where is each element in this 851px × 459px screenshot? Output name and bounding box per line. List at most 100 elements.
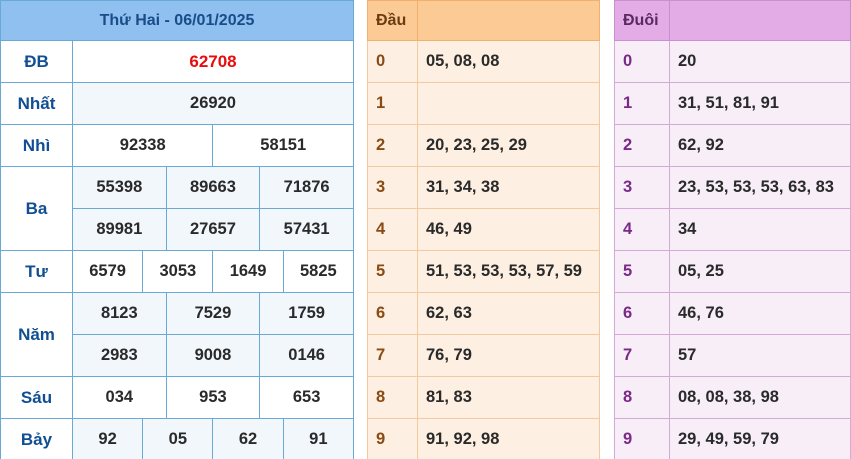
dau-row: 9 91, 92, 98 — [367, 418, 600, 459]
dau-header: Đầu — [367, 0, 418, 41]
duoi-key: 7 — [614, 334, 670, 377]
prize-bay-value: 92 — [71, 418, 144, 459]
dau-key: 3 — [367, 166, 418, 209]
prize-ba-value: 27657 — [165, 208, 261, 251]
dau-values: 62, 63 — [417, 292, 600, 335]
dau-key: 7 — [367, 334, 418, 377]
dau-values — [417, 82, 600, 125]
prize-tu-value: 6579 — [71, 250, 144, 293]
dau-key: 1 — [367, 82, 418, 125]
dau-values: 46, 49 — [417, 208, 600, 251]
prize-nam-value: 0146 — [259, 334, 354, 377]
prize-label-bay: Bảy — [0, 418, 73, 459]
prize-nhi-value: 58151 — [212, 124, 354, 167]
duoi-row: 5 05, 25 — [614, 250, 851, 293]
dau-key: 5 — [367, 250, 418, 293]
dau-row: 8 81, 83 — [367, 376, 600, 419]
duoi-key: 6 — [614, 292, 670, 335]
duoi-key: 8 — [614, 376, 670, 419]
dau-values: 91, 92, 98 — [417, 418, 600, 459]
duoi-row: 2 62, 92 — [614, 124, 851, 167]
dau-table: Đầu 0 05, 08, 08 1 2 20, 23, 25, 29 3 31, 3… — [367, 0, 600, 459]
duoi-key: 3 — [614, 166, 670, 209]
dau-key: 2 — [367, 124, 418, 167]
dau-row: 5 51, 53, 53, 53, 57, 59 — [367, 250, 600, 293]
prize-label-nam: Năm — [0, 292, 73, 377]
duoi-key: 4 — [614, 208, 670, 251]
prize-db-value: 62708 — [72, 40, 354, 83]
duoi-values: 57 — [669, 334, 851, 377]
duoi-values: 31, 51, 81, 91 — [669, 82, 851, 125]
duoi-values: 46, 76 — [669, 292, 851, 335]
dau-values: 81, 83 — [417, 376, 600, 419]
dau-key: 9 — [367, 418, 418, 459]
prize-tu-value: 3053 — [142, 250, 214, 293]
prize-nam-value: 9008 — [165, 334, 261, 377]
duoi-values: 34 — [669, 208, 851, 251]
duoi-values: 08, 08, 38, 98 — [669, 376, 851, 419]
duoi-values: 29, 49, 59, 79 — [669, 418, 851, 459]
dau-row: 3 31, 34, 38 — [367, 166, 600, 209]
dau-key: 4 — [367, 208, 418, 251]
duoi-row: 6 46, 76 — [614, 292, 851, 335]
prize-label-nhi: Nhì — [0, 124, 73, 167]
prize-sau-value: 034 — [72, 376, 167, 419]
prize-bay-value: 62 — [212, 418, 284, 459]
duoi-row: 9 29, 49, 59, 79 — [614, 418, 851, 459]
dau-values: 31, 34, 38 — [417, 166, 600, 209]
dau-row: 6 62, 63 — [367, 292, 600, 335]
prize-tu-value: 1649 — [212, 250, 284, 293]
duoi-key: 1 — [614, 82, 670, 125]
duoi-values: 20 — [669, 40, 851, 83]
duoi-row: 7 57 — [614, 334, 851, 377]
prize-nhi-value: 92338 — [71, 124, 214, 167]
duoi-values: 05, 25 — [669, 250, 851, 293]
duoi-key: 2 — [614, 124, 670, 167]
dau-row: 0 05, 08, 08 — [367, 40, 600, 83]
dau-values: 20, 23, 25, 29 — [417, 124, 600, 167]
prize-bay-value: 05 — [142, 418, 214, 459]
duoi-row: 0 20 — [614, 40, 851, 83]
dau-values: 51, 53, 53, 53, 57, 59 — [417, 250, 600, 293]
dau-row: 2 20, 23, 25, 29 — [367, 124, 600, 167]
results-table: Thứ Hai - 06/01/2025 ĐB 62708 Nhất 26920… — [0, 0, 355, 459]
prize-label-db: ĐB — [0, 40, 73, 83]
dau-row: 1 — [367, 82, 600, 125]
prize-label-sau: Sáu — [0, 376, 73, 419]
duoi-key: 5 — [614, 250, 670, 293]
duoi-header: Đuôi — [614, 0, 670, 41]
prize-ba-value: 57431 — [259, 208, 354, 251]
prize-tu-value: 5825 — [282, 250, 355, 293]
dau-row: 4 46, 49 — [367, 208, 600, 251]
prize-nam-value: 2983 — [72, 334, 167, 377]
prize-label-nhat: Nhất — [0, 82, 73, 125]
prize-nhat-value: 26920 — [72, 82, 354, 125]
dau-key: 0 — [367, 40, 418, 83]
prize-ba-value: 89663 — [165, 166, 261, 209]
dau-values: 05, 08, 08 — [417, 40, 600, 83]
dau-values: 76, 79 — [417, 334, 600, 377]
duoi-row: 3 23, 53, 53, 53, 63, 83 — [614, 166, 851, 209]
duoi-row: 8 08, 08, 38, 98 — [614, 376, 851, 419]
dau-key: 8 — [367, 376, 418, 419]
dau-key: 6 — [367, 292, 418, 335]
duoi-header-blank — [669, 0, 851, 41]
duoi-table: Đuôi 0 20 1 31, 51, 81, 91 2 62, 92 3 23, 53… — [614, 0, 851, 459]
duoi-row: 4 34 — [614, 208, 851, 251]
prize-bay-value: 91 — [282, 418, 355, 459]
prize-ba-value: 71876 — [259, 166, 354, 209]
duoi-values: 62, 92 — [669, 124, 851, 167]
prize-sau-value: 653 — [259, 376, 354, 419]
prize-ba-value: 89981 — [72, 208, 167, 251]
prize-label-tu: Tư — [0, 250, 73, 293]
prize-ba-value: 55398 — [72, 166, 167, 209]
prize-nam-value: 8123 — [72, 292, 167, 335]
duoi-row: 1 31, 51, 81, 91 — [614, 82, 851, 125]
duoi-key: 9 — [614, 418, 670, 459]
prize-label-ba: Ba — [0, 166, 73, 251]
duoi-values: 23, 53, 53, 53, 63, 83 — [669, 166, 851, 209]
prize-sau-value: 953 — [165, 376, 261, 419]
dau-row: 7 76, 79 — [367, 334, 600, 377]
duoi-key: 0 — [614, 40, 670, 83]
dau-header-blank — [417, 0, 600, 41]
